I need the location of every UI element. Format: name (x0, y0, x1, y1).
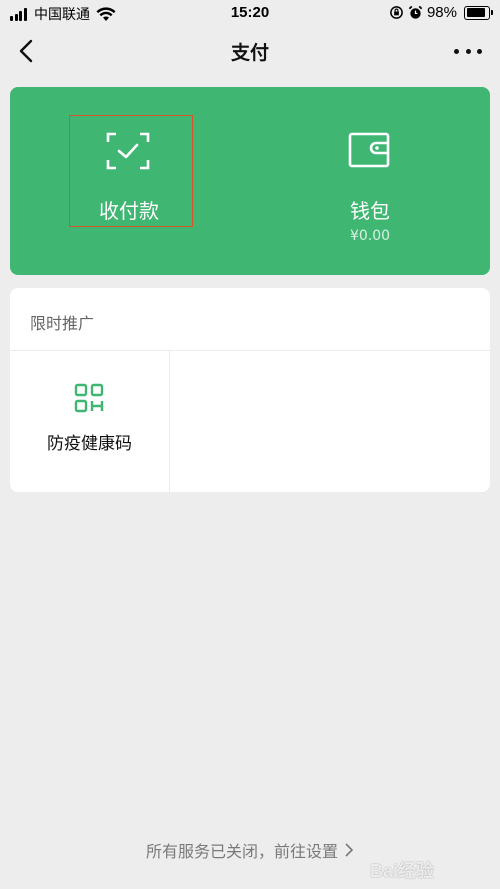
promo-card: 限时推广 防疫健康码 (10, 288, 490, 492)
battery-percent: 98% (426, 4, 457, 21)
wallet-icon (348, 132, 390, 168)
orientation-lock-icon (390, 6, 403, 19)
status-right: 98% (389, 4, 493, 21)
services-closed-text: 所有服务已关闭，前往设置 (145, 842, 338, 861)
alarm-icon (408, 5, 423, 19)
status-bar: 中国联通 15:20 98% (0, 0, 500, 26)
more-button[interactable] (454, 40, 482, 62)
wallet-button[interactable]: 钱包 ¥0.00 (250, 87, 490, 275)
health-code-button[interactable]: 防疫健康码 (10, 351, 169, 492)
back-button[interactable] (12, 36, 42, 66)
more-dot-icon (465, 48, 471, 54)
scan-check-icon (106, 132, 150, 170)
divider (169, 351, 170, 492)
page-title: 支付 (230, 42, 269, 64)
health-code-label: 防疫健康码 (47, 434, 132, 454)
watermark: Bai经验 (370, 856, 482, 884)
collect-pay-button[interactable]: 收付款 (10, 87, 250, 275)
wallet-label: 钱包 (350, 199, 390, 223)
pay-card: 收付款 钱包 ¥0.00 (10, 87, 490, 275)
battery-icon (464, 5, 493, 20)
chevron-right-icon (345, 843, 354, 857)
promo-header: 限时推广 (30, 314, 95, 333)
wallet-balance: ¥0.00 (349, 228, 391, 244)
more-dot-icon (477, 48, 482, 54)
chevron-left-icon (19, 39, 33, 63)
more-dot-icon (454, 48, 459, 54)
watermark-text: Bai经验 (370, 861, 435, 881)
collect-pay-label: 收付款 (99, 199, 159, 223)
nav-bar: 支付 (0, 26, 500, 76)
health-code-icon (74, 383, 104, 413)
battery-fill (466, 8, 486, 17)
